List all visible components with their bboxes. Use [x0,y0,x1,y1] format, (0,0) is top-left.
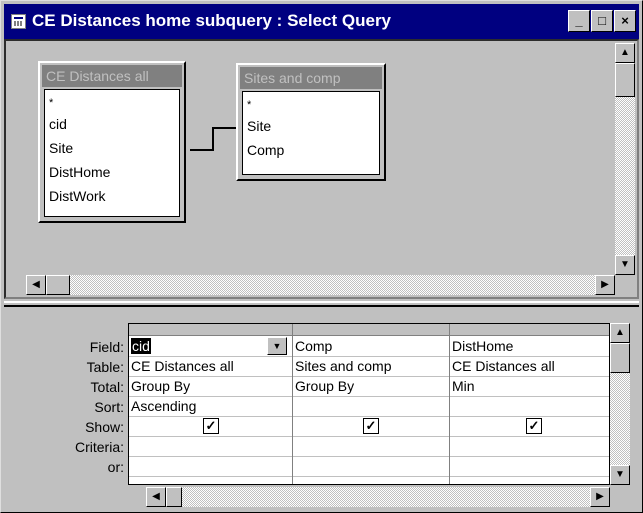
field-item[interactable]: * [49,94,175,112]
pane-splitter[interactable] [4,301,639,307]
field-dropdown-button[interactable]: ▼ [267,337,287,355]
sort-cell[interactable]: Ascending [131,396,290,416]
or-cell[interactable] [131,456,290,476]
arrow-up-icon: ▲ [620,47,630,58]
design-grid-pane: Field: Table: Total: Sort: Show: Criteri… [4,311,639,511]
scroll-thumb[interactable] [615,63,635,97]
grid-column-3[interactable]: DistHome CE Distances all Min ✓ [450,324,609,484]
row-label-or: or: [107,459,124,475]
scroll-right-button[interactable]: ▶ [590,487,610,507]
field-list-body: * cid Site DistHome DistWork [44,89,180,217]
criteria-cell[interactable] [295,436,447,456]
maximize-button[interactable]: □ [591,10,613,32]
field-cell[interactable]: Comp [295,336,447,356]
total-cell[interactable]: Group By [131,376,290,396]
column-selector[interactable] [293,324,449,336]
join-line[interactable] [212,127,236,129]
field-item[interactable]: cid [49,112,175,136]
field-item[interactable]: Comp [247,138,375,162]
window-title: CE Distances home subquery : Select Quer… [32,11,392,30]
grid-horizontal-scrollbar[interactable]: ◀ ▶ [146,487,610,507]
show-checkbox[interactable]: ✓ [526,418,542,434]
row-label-field: Field: [89,339,124,355]
field-item[interactable]: * [247,96,375,114]
total-cell[interactable]: Group By [295,376,447,396]
scroll-thumb[interactable] [166,487,182,507]
scroll-up-button[interactable]: ▲ [610,323,630,343]
column-selector[interactable] [450,324,609,336]
field-list-body: * Site Comp [242,91,380,175]
upper-vertical-scrollbar[interactable]: ▲ ▼ [615,43,635,275]
arrow-down-icon: ▼ [620,259,630,270]
field-list-ce-distances-all[interactable]: CE Distances all * cid Site DistHome Dis… [38,61,186,223]
grid-vertical-scrollbar[interactable]: ▲ ▼ [610,323,630,485]
scroll-right-button[interactable]: ▶ [595,275,615,295]
row-label-table: Table: [86,359,124,375]
sort-cell[interactable] [452,396,609,416]
criteria-cell[interactable] [131,436,290,456]
show-checkbox[interactable]: ✓ [363,418,379,434]
field-cell-value: cid [131,338,151,354]
join-line[interactable] [212,127,214,151]
show-checkbox[interactable]: ✓ [203,418,219,434]
or-cell[interactable] [295,456,447,476]
criteria-cell[interactable] [452,436,609,456]
query-window: CE Distances home subquery : Select Quer… [0,0,643,513]
check-icon: ✓ [365,418,377,433]
design-grid[interactable]: cid ▼ CE Distances all Group By Ascendin… [128,323,610,485]
arrow-up-icon: ▲ [615,327,625,338]
arrow-right-icon: ▶ [601,279,609,290]
scroll-track[interactable] [610,373,630,465]
table-cell[interactable]: CE Distances all [452,356,609,376]
table-cell[interactable]: CE Distances all [131,356,290,376]
scroll-track[interactable] [182,487,590,507]
scroll-track[interactable] [615,97,635,255]
close-icon: × [621,13,629,28]
join-line[interactable] [190,149,214,151]
minimize-icon: _ [575,13,583,28]
check-icon: ✓ [528,418,540,433]
check-icon: ✓ [205,418,217,433]
arrow-left-icon: ◀ [152,491,160,502]
grid-column-1[interactable]: cid ▼ CE Distances all Group By Ascendin… [129,324,293,484]
field-item[interactable]: DistHome [49,160,175,184]
sort-cell[interactable] [295,396,447,416]
scroll-left-button[interactable]: ◀ [26,275,46,295]
scroll-left-button[interactable]: ◀ [146,487,166,507]
row-label-total: Total: [90,379,124,395]
arrow-left-icon: ◀ [32,279,40,290]
query-icon[interactable] [11,14,26,29]
table-pane[interactable]: CE Distances all * cid Site DistHome Dis… [4,39,639,299]
minimize-button[interactable]: _ [568,10,590,32]
row-label-sort: Sort: [94,399,124,415]
or-cell[interactable] [452,456,609,476]
field-item[interactable]: Site [49,136,175,160]
arrow-right-icon: ▶ [596,491,604,502]
maximize-icon: □ [598,13,606,28]
field-list-title[interactable]: Sites and comp [240,67,382,89]
row-label-criteria: Criteria: [74,439,124,455]
scroll-track[interactable] [70,275,595,295]
field-list-title[interactable]: CE Distances all [42,65,182,87]
arrow-down-icon: ▼ [615,469,625,480]
close-button[interactable]: × [614,10,636,32]
field-cell[interactable]: DistHome [452,336,609,356]
scroll-thumb[interactable] [610,343,630,373]
table-cell[interactable]: Sites and comp [295,356,447,376]
scroll-down-button[interactable]: ▼ [615,255,635,275]
chevron-down-icon: ▼ [272,341,282,351]
field-list-sites-and-comp[interactable]: Sites and comp * Site Comp [236,63,386,181]
grid-column-2[interactable]: Comp Sites and comp Group By ✓ [293,324,450,484]
scroll-thumb[interactable] [46,275,70,295]
title-bar[interactable]: CE Distances home subquery : Select Quer… [4,4,639,39]
scroll-up-button[interactable]: ▲ [615,43,635,63]
column-selector[interactable] [129,324,292,336]
field-item[interactable]: DistWork [49,184,175,208]
field-item[interactable]: Site [247,114,375,138]
total-cell[interactable]: Min [452,376,609,396]
row-label-show: Show: [85,419,124,435]
scroll-down-button[interactable]: ▼ [610,465,630,485]
upper-horizontal-scrollbar[interactable]: ◀ ▶ [8,275,615,295]
